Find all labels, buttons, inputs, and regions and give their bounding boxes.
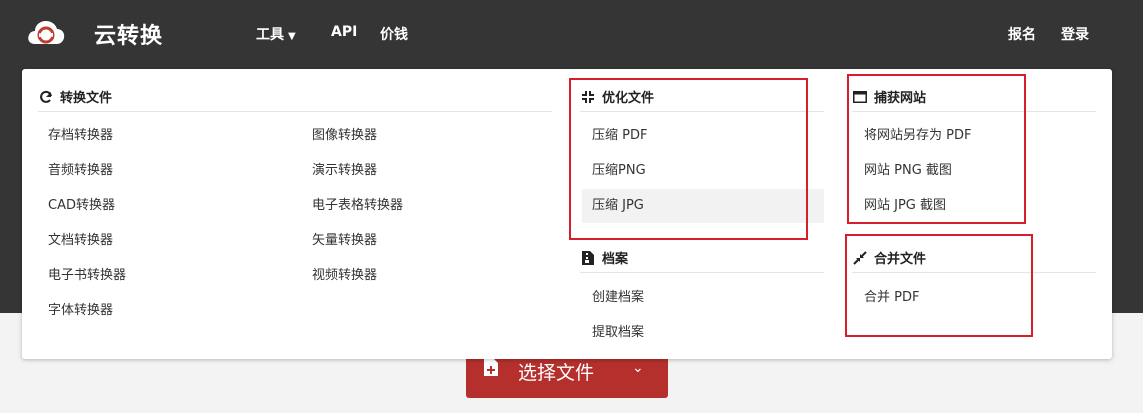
highlight-box-merge bbox=[845, 234, 1033, 337]
archive-converter-link[interactable]: 存档转换器 bbox=[48, 119, 113, 153]
login-link[interactable]: 登录 bbox=[1061, 24, 1089, 44]
document-converter-link[interactable]: 文档转换器 bbox=[48, 224, 113, 258]
create-archive-link[interactable]: 创建档案 bbox=[592, 281, 644, 315]
font-converter-link[interactable]: 字体转换器 bbox=[48, 294, 113, 328]
select-file-label: 选择文件 bbox=[518, 362, 595, 384]
chevron-down-icon: ▼ bbox=[288, 31, 296, 42]
cloud-logo-icon[interactable] bbox=[26, 14, 66, 50]
tools-dropdown-menu: 转换文件 存档转换器 音频转换器 CAD转换器 文档转换器 电子书转换器 字体转… bbox=[22, 69, 1112, 359]
vector-converter-link[interactable]: 矢量转换器 bbox=[312, 224, 377, 258]
nav-pricing[interactable]: 价钱 bbox=[380, 24, 408, 44]
image-converter-link[interactable]: 图像转换器 bbox=[312, 119, 377, 153]
top-nav: 云转换 工具 ▼ API 价钱 报名 登录 bbox=[0, 0, 1143, 68]
file-plus-icon bbox=[484, 358, 498, 376]
highlight-box-optimize bbox=[569, 78, 808, 240]
presentation-converter-link[interactable]: 演示转换器 bbox=[312, 154, 377, 188]
spreadsheet-converter-link[interactable]: 电子表格转换器 bbox=[312, 189, 403, 223]
convert-files-title: 转换文件 bbox=[60, 91, 113, 106]
nav-api[interactable]: API bbox=[331, 24, 357, 40]
ebook-converter-link[interactable]: 电子书转换器 bbox=[48, 259, 126, 293]
archive-title: 档案 bbox=[602, 252, 629, 267]
signup-link[interactable]: 报名 bbox=[1008, 24, 1036, 44]
nav-tools[interactable]: 工具 ▼ bbox=[256, 24, 296, 44]
refresh-icon bbox=[38, 90, 54, 104]
nav-tools-label: 工具 bbox=[256, 27, 284, 43]
extract-archive-link[interactable]: 提取档案 bbox=[592, 316, 644, 350]
highlight-box-capture bbox=[847, 74, 1026, 224]
archive-heading: 档案 bbox=[580, 248, 628, 267]
file-archive-icon bbox=[580, 250, 596, 265]
chevron-down-icon[interactable]: ⌄ bbox=[632, 360, 644, 376]
section-divider bbox=[580, 272, 824, 273]
brand-name[interactable]: 云转换 bbox=[94, 18, 163, 50]
cad-converter-link[interactable]: CAD转换器 bbox=[48, 189, 115, 223]
convert-files-heading: 转换文件 bbox=[38, 87, 112, 106]
audio-converter-link[interactable]: 音频转换器 bbox=[48, 154, 113, 188]
video-converter-link[interactable]: 视频转换器 bbox=[312, 259, 377, 293]
section-divider bbox=[38, 111, 552, 112]
